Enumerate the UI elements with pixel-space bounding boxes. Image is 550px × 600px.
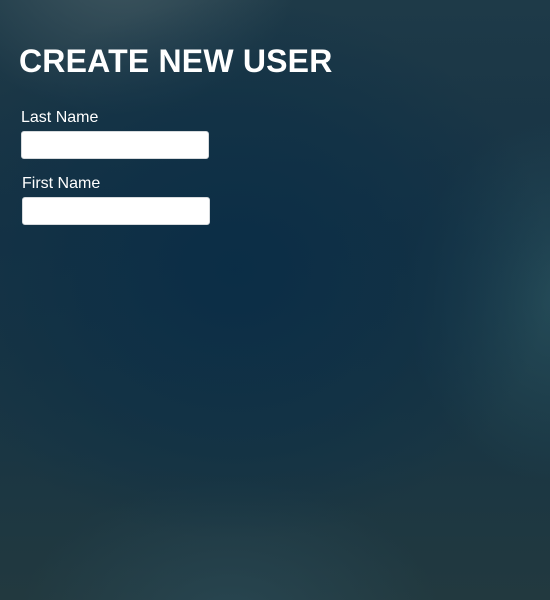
first-name-label: First Name (22, 175, 101, 192)
first-name-input[interactable] (22, 197, 210, 225)
create-user-page: CREATE NEW USER Last Name First Name (0, 0, 550, 600)
page-title: CREATE NEW USER (19, 43, 333, 79)
last-name-label: Last Name (21, 109, 99, 126)
last-name-input[interactable] (21, 131, 209, 159)
